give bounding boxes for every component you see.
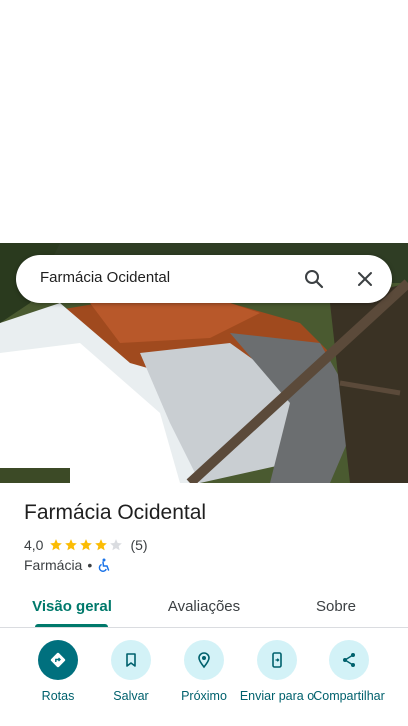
category-row: Farmácia • xyxy=(24,556,111,574)
star-filled-icon xyxy=(65,539,78,551)
save-label: Salvar xyxy=(113,689,149,703)
star-filled-icon xyxy=(80,539,93,551)
tab-bar: Visão geral Avaliações Sobre xyxy=(0,586,408,628)
map-blank-area xyxy=(0,0,408,243)
tab-reviews[interactable]: Avaliações xyxy=(156,586,252,627)
directions-button[interactable]: Rotas xyxy=(18,640,98,703)
close-icon[interactable] xyxy=(353,267,377,291)
review-count: (5) xyxy=(130,537,148,553)
share-icon xyxy=(329,640,369,680)
directions-icon xyxy=(38,640,78,680)
search-input[interactable]: Farmácia Ocidental xyxy=(40,269,170,286)
send-to-phone-label: Enviar para o xyxy=(239,689,315,703)
tab-about[interactable]: Sobre xyxy=(286,586,386,627)
directions-label: Rotas xyxy=(41,689,75,703)
share-label: Compartilhar xyxy=(313,689,385,703)
search-bar[interactable]: Farmácia Ocidental xyxy=(16,255,392,303)
nearby-label: Próximo xyxy=(181,689,227,703)
star-empty-icon xyxy=(110,539,123,551)
separator-dot: • xyxy=(87,557,93,573)
rating-stars xyxy=(49,538,124,552)
bookmark-icon xyxy=(111,640,151,680)
search-icon[interactable] xyxy=(302,267,326,291)
tab-overview[interactable]: Visão geral xyxy=(24,586,120,627)
send-to-phone-icon xyxy=(257,640,297,680)
rating-row[interactable]: 4,0 (5) xyxy=(24,536,148,554)
nearby-button[interactable]: Próximo xyxy=(164,640,244,703)
action-bar: Rotas Salvar Próximo Enviar para o Compa… xyxy=(0,640,408,726)
rating-value: 4,0 xyxy=(24,537,44,553)
selected-tab-indicator xyxy=(35,624,108,627)
star-filled-icon xyxy=(50,539,63,551)
save-button[interactable]: Salvar xyxy=(91,640,171,703)
category-label: Farmácia xyxy=(24,557,83,573)
share-button[interactable]: Compartilhar xyxy=(309,640,389,703)
star-filled-icon xyxy=(95,539,108,551)
send-to-phone-button[interactable]: Enviar para o xyxy=(237,640,317,703)
wheelchair-accessible-icon xyxy=(97,558,111,572)
place-title: Farmácia Ocidental xyxy=(24,501,207,524)
nearby-icon xyxy=(184,640,224,680)
